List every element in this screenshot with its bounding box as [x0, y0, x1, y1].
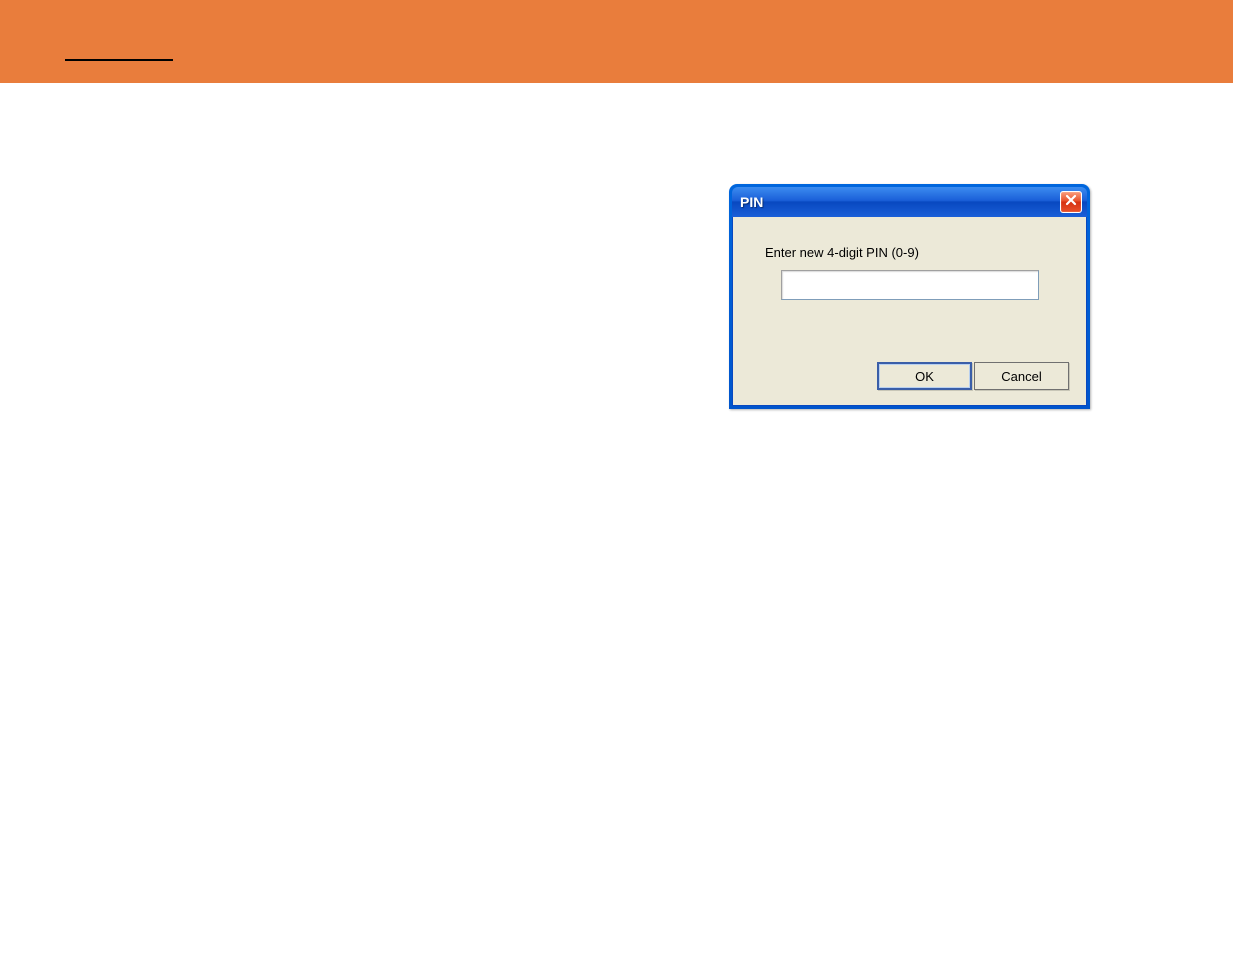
title-bar[interactable]: PIN: [732, 187, 1087, 217]
ok-button[interactable]: OK: [877, 362, 972, 390]
dialog-body: Enter new 4-digit PIN (0-9) OK Cancel: [732, 217, 1087, 406]
prompt-label: Enter new 4-digit PIN (0-9): [765, 245, 1061, 260]
top-banner: [0, 0, 1233, 83]
cancel-button[interactable]: Cancel: [974, 362, 1069, 390]
button-row: OK Cancel: [877, 362, 1069, 390]
close-button[interactable]: [1060, 191, 1082, 213]
pin-dialog-window: PIN Enter new 4-digit PIN (0-9) OK Cance…: [729, 184, 1090, 409]
dialog-title: PIN: [740, 194, 763, 210]
banner-underline: [65, 59, 173, 61]
close-icon: [1065, 193, 1077, 211]
pin-input[interactable]: [781, 270, 1039, 300]
